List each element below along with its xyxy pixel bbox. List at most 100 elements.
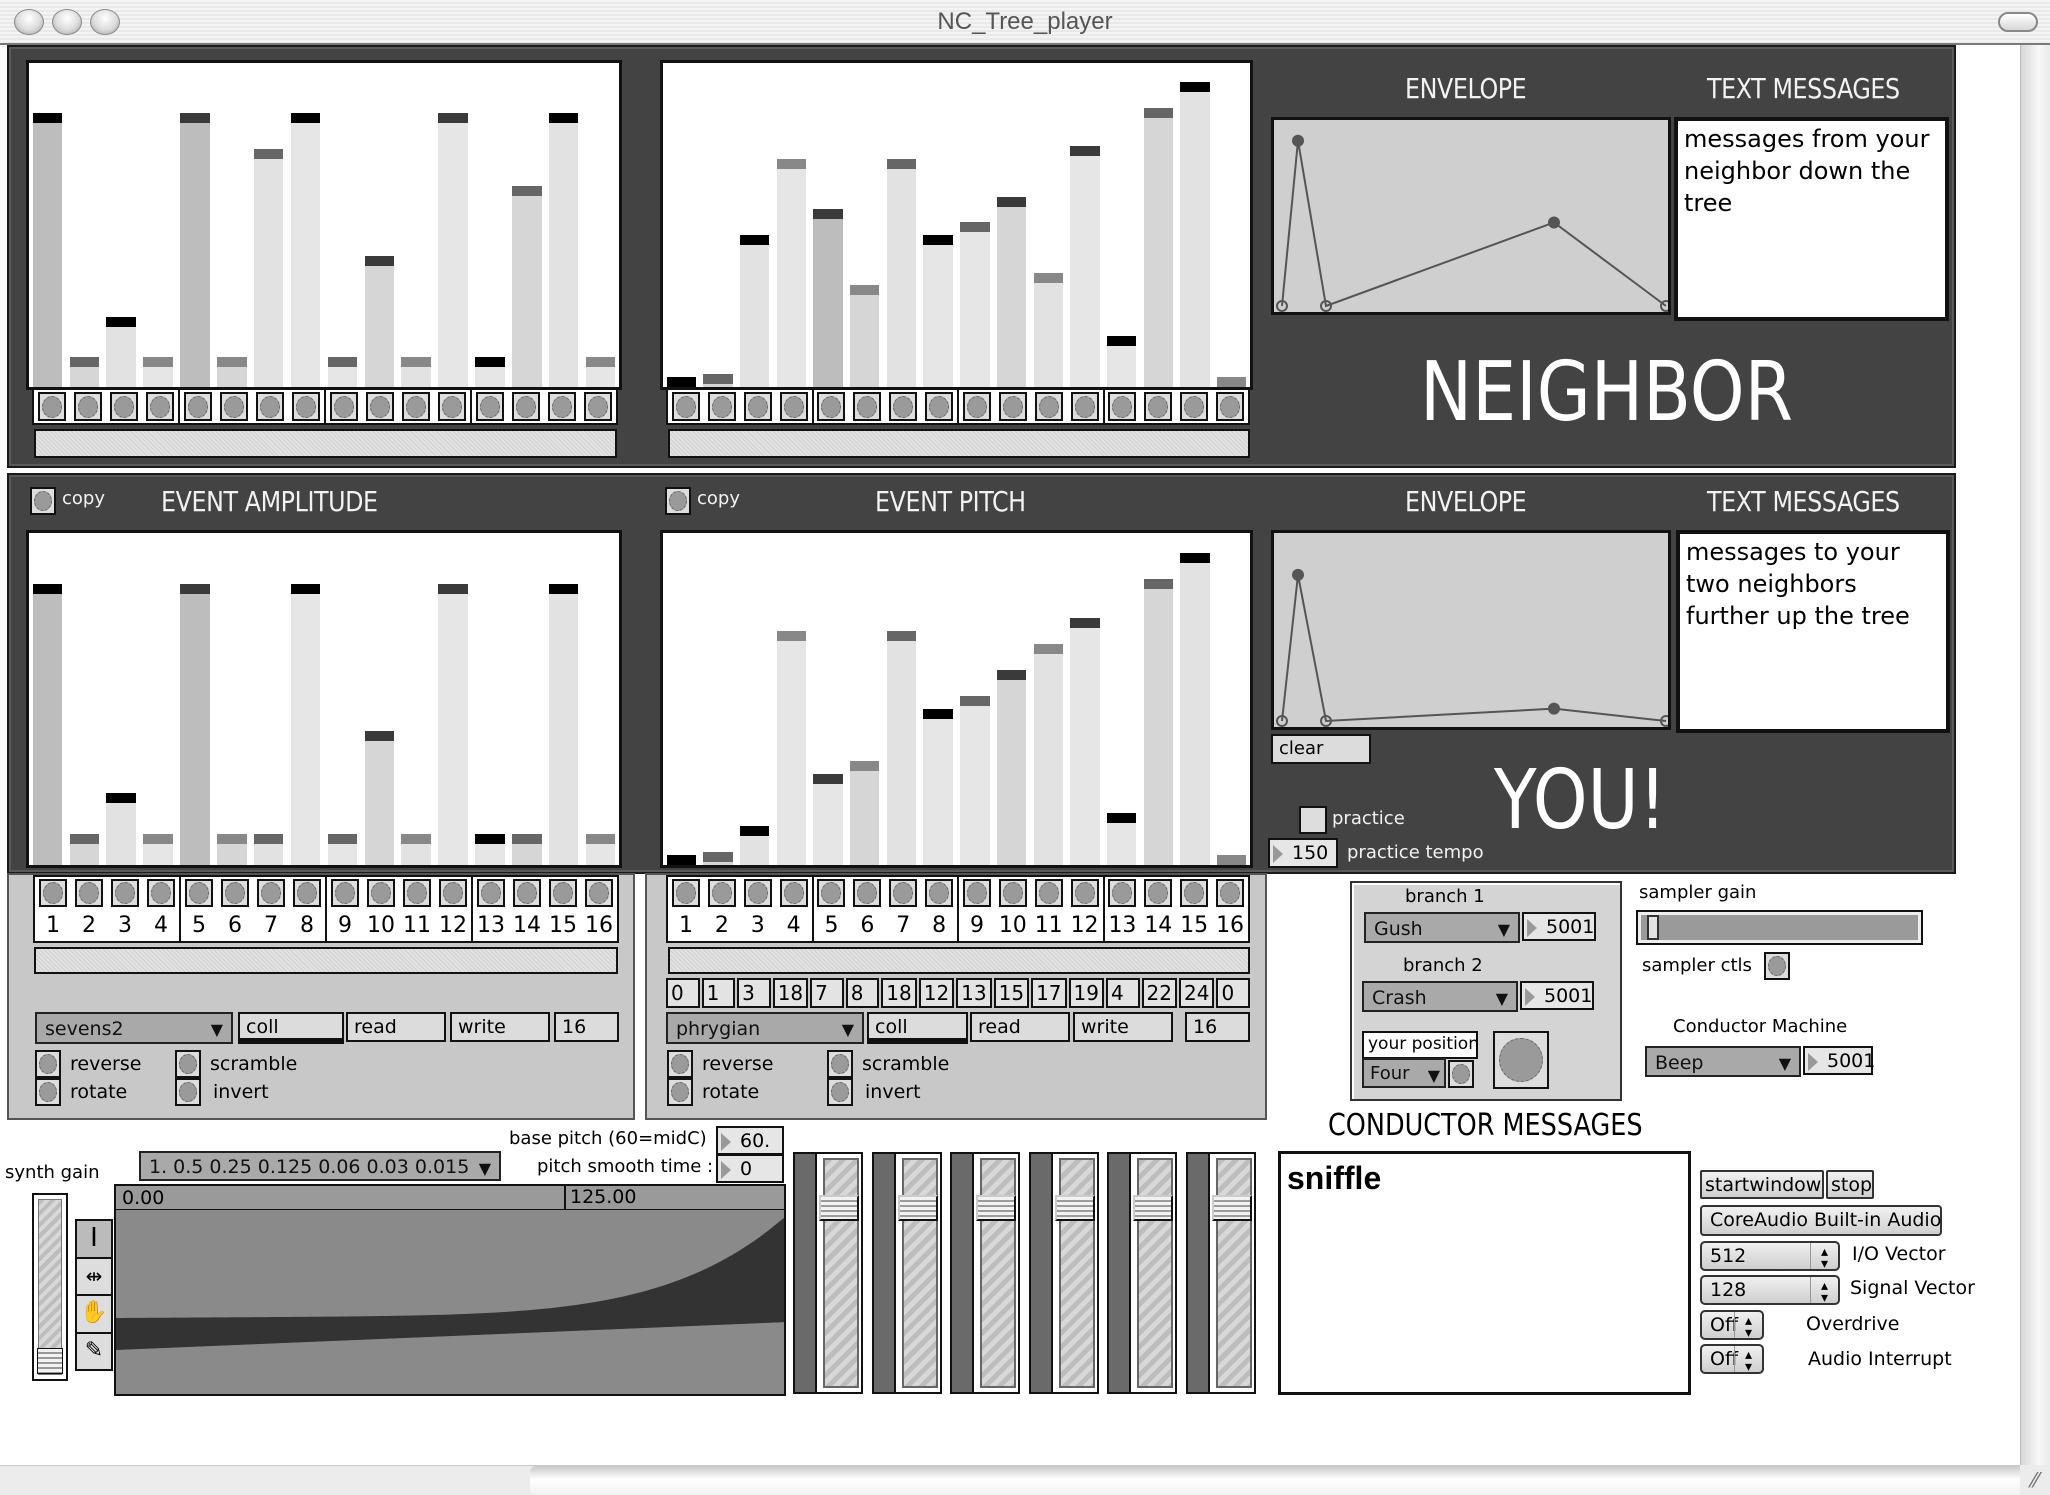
- your-position-menu[interactable]: Four ▼: [1362, 1058, 1446, 1088]
- step-toggle[interactable]: [998, 879, 1027, 908]
- overdrive-menu[interactable]: Off ▴ ▾: [1700, 1310, 1764, 1340]
- step-toggle[interactable]: [403, 879, 431, 908]
- step-toggle[interactable]: [1070, 392, 1099, 421]
- step-toggle[interactable]: [147, 879, 175, 908]
- chart-bar[interactable]: [1180, 82, 1210, 387]
- step-toggle[interactable]: [1216, 392, 1245, 421]
- pitch-step-value[interactable]: 22: [1141, 978, 1177, 1008]
- chart-bar[interactable]: [32, 112, 63, 387]
- step-toggle[interactable]: [1180, 879, 1209, 908]
- step-toggle[interactable]: [548, 392, 576, 421]
- step-toggle[interactable]: [1034, 879, 1063, 908]
- step-toggle[interactable]: [512, 392, 540, 421]
- stop-button[interactable]: stop: [1826, 1170, 1874, 1199]
- pitch-step-value[interactable]: 24: [1179, 978, 1215, 1008]
- step-toggle[interactable]: [584, 392, 612, 421]
- step-toggle[interactable]: [477, 879, 505, 908]
- step-toggle[interactable]: [39, 879, 67, 908]
- pitch-coll-object[interactable]: coll: [867, 1012, 968, 1044]
- pitch-length-number[interactable]: 16: [1185, 1012, 1250, 1042]
- step-toggle[interactable]: [74, 392, 102, 421]
- chart-bar[interactable]: [253, 149, 284, 387]
- amplitude-read-button[interactable]: read: [346, 1012, 446, 1042]
- step-toggle[interactable]: [853, 879, 882, 908]
- step-toggle[interactable]: [889, 392, 918, 421]
- pencil-tool-icon[interactable]: ✎: [77, 1333, 111, 1369]
- toolbar-toggle-button[interactable]: [1998, 12, 2038, 32]
- chart-bar[interactable]: [512, 186, 542, 387]
- step-toggle[interactable]: [671, 879, 700, 908]
- chart-bar[interactable]: [32, 584, 63, 865]
- pitch-copy-toggle[interactable]: [665, 487, 691, 515]
- pitch-step-value[interactable]: 18: [772, 978, 809, 1008]
- fader-thumb[interactable]: [1054, 1195, 1095, 1221]
- sampler-ctls-toggle[interactable]: [1764, 952, 1790, 980]
- amplitude-reverse-toggle[interactable]: [35, 1050, 61, 1078]
- sampler-gain-thumb[interactable]: [1646, 915, 1659, 940]
- signal-vector-menu[interactable]: 128 ▴ ▾: [1700, 1275, 1840, 1305]
- step-toggle[interactable]: [998, 392, 1027, 421]
- step-toggle[interactable]: [366, 392, 394, 421]
- chart-bar[interactable]: [776, 630, 807, 865]
- pitch-step-value[interactable]: 3: [737, 978, 771, 1008]
- envelope-point[interactable]: [1292, 134, 1304, 147]
- step-toggle[interactable]: [111, 879, 139, 908]
- chart-bar[interactable]: [996, 196, 1027, 387]
- channel-fader[interactable]: [1107, 1152, 1177, 1394]
- step-toggle[interactable]: [925, 879, 954, 908]
- neighbor-envelope-editor[interactable]: [1271, 117, 1671, 315]
- step-toggle[interactable]: [779, 392, 808, 421]
- pitch-step-value[interactable]: 8: [845, 978, 880, 1008]
- step-toggle[interactable]: [1144, 879, 1173, 908]
- chart-bar[interactable]: [1033, 643, 1063, 865]
- chart-bar[interactable]: [996, 669, 1027, 865]
- channel-fader[interactable]: [871, 1152, 942, 1394]
- you-amplitude-chart[interactable]: [26, 530, 622, 868]
- chart-bar[interactable]: [106, 793, 136, 865]
- pitch-step-value[interactable]: 15: [993, 978, 1030, 1008]
- step-toggle[interactable]: [331, 879, 359, 908]
- pitch-read-button[interactable]: read: [970, 1012, 1070, 1042]
- chart-bar[interactable]: [776, 158, 807, 387]
- step-toggle[interactable]: [292, 392, 320, 421]
- branch2-port-number[interactable]: 5001: [1520, 981, 1594, 1010]
- step-toggle[interactable]: [367, 879, 395, 908]
- step-toggle[interactable]: [221, 879, 249, 908]
- step-toggle[interactable]: [1108, 392, 1137, 421]
- chart-bar[interactable]: [923, 708, 953, 865]
- step-toggle[interactable]: [75, 879, 103, 908]
- branch1-port-number[interactable]: 5001: [1522, 912, 1596, 941]
- pitch-step-value[interactable]: 19: [1068, 978, 1104, 1008]
- chart-bar[interactable]: [438, 584, 468, 865]
- pitch-write-button[interactable]: write: [1073, 1012, 1173, 1042]
- pitch-step-value[interactable]: 17: [1031, 978, 1067, 1008]
- step-toggle[interactable]: [817, 879, 846, 908]
- channel-fader[interactable]: [1185, 1152, 1256, 1394]
- chart-bar[interactable]: [960, 222, 990, 387]
- audio-driver-menu[interactable]: CoreAudio Built-in Audio: [1700, 1205, 1942, 1236]
- move-tool-icon[interactable]: ⇹: [77, 1258, 111, 1296]
- chart-bar[interactable]: [548, 112, 579, 387]
- step-toggle[interactable]: [853, 392, 882, 421]
- step-toggle[interactable]: [707, 879, 736, 908]
- branch1-menu[interactable]: Gush ▼: [1364, 912, 1520, 943]
- envelope-clear-button[interactable]: clear: [1271, 734, 1371, 764]
- pitch-step-value[interactable]: 4: [1105, 978, 1140, 1008]
- step-toggle[interactable]: [962, 392, 991, 421]
- fader-thumb[interactable]: [976, 1195, 1016, 1221]
- pitch-rotate-toggle[interactable]: [667, 1078, 693, 1106]
- chart-bar[interactable]: [813, 773, 843, 865]
- step-toggle[interactable]: [743, 879, 772, 908]
- chart-bar[interactable]: [106, 316, 136, 387]
- step-toggle[interactable]: [962, 879, 991, 908]
- step-toggle[interactable]: [220, 392, 248, 421]
- step-toggle[interactable]: [1180, 392, 1209, 421]
- conductor-machine-menu[interactable]: Beep ▼: [1645, 1046, 1801, 1077]
- chart-bar[interactable]: [1070, 145, 1100, 387]
- chart-bar[interactable]: [923, 234, 953, 387]
- step-toggle[interactable]: [1216, 879, 1245, 908]
- you-envelope-editor[interactable]: [1271, 530, 1671, 730]
- step-toggle[interactable]: [110, 392, 138, 421]
- step-toggle[interactable]: [513, 879, 541, 908]
- chart-bar[interactable]: [548, 584, 579, 865]
